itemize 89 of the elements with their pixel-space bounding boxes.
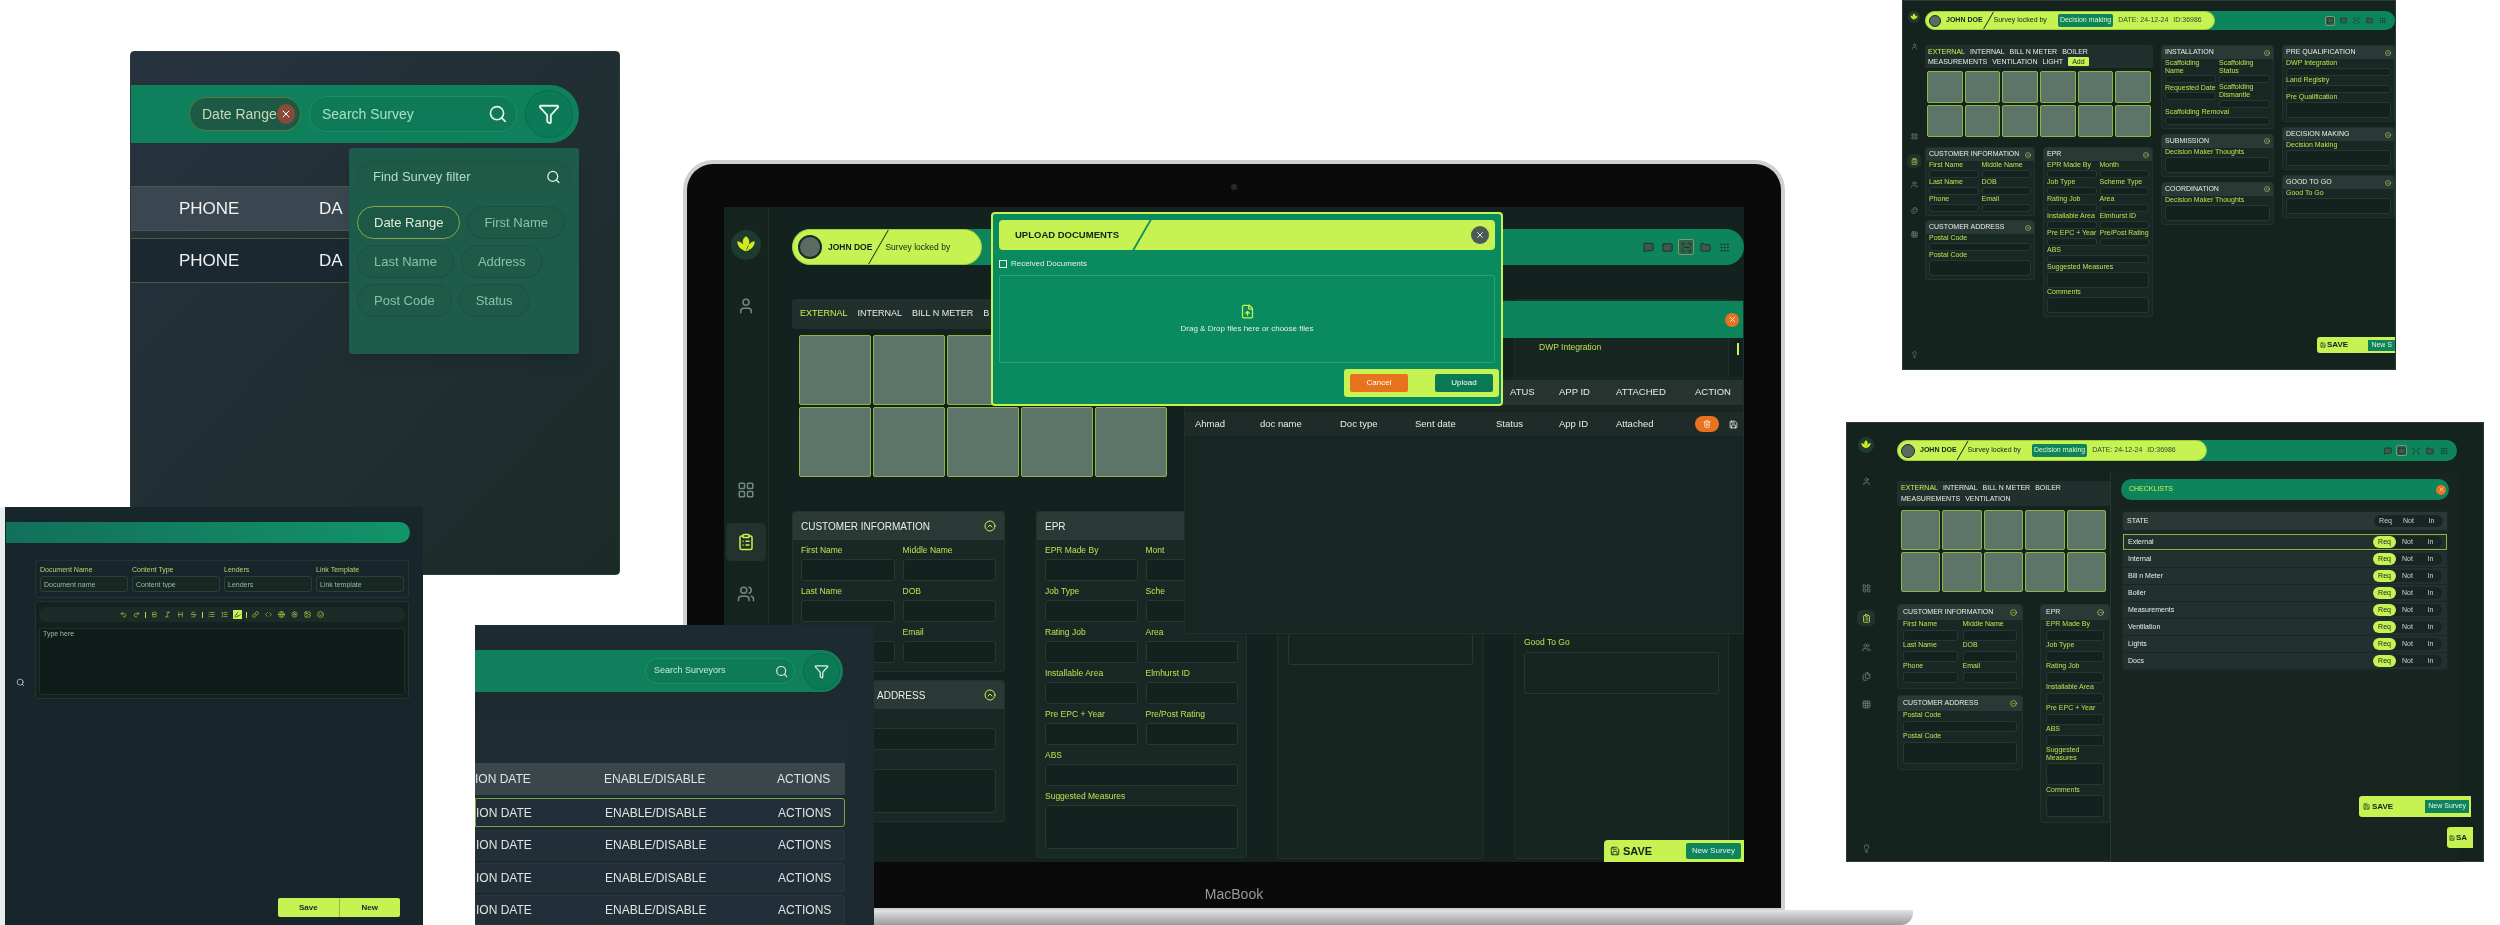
field-label: Area	[1145, 627, 1164, 637]
table-row[interactable]: PHONE DA	[131, 186, 349, 231]
table-row[interactable]: ION DATE ENABLE/DISABLE ACTIONS	[475, 895, 845, 925]
field-label: Pre/Post Rating	[1145, 709, 1206, 719]
chip-label: Date Range	[202, 104, 277, 124]
field-label: Elmhurst ID	[1145, 668, 1190, 678]
table-cell-text: App ID	[1559, 416, 1590, 431]
section-header[interactable]: CUSTOMER INFORMATION	[793, 512, 1004, 540]
table-cell-text: DA	[319, 197, 344, 220]
table-cell-text: Doc type	[1340, 416, 1379, 431]
user-name: JOHN DOE	[828, 240, 873, 254]
table-cell-text: ION DATE	[476, 837, 533, 855]
tab[interactable]: BILL N METER	[912, 307, 974, 321]
tab[interactable]: INTERNAL	[857, 307, 903, 321]
search-input[interactable]: Find Survey filter	[373, 167, 547, 187]
new-button[interactable]: New	[338, 898, 400, 917]
field-label: Rating Job	[1045, 627, 1086, 637]
new-survey-button[interactable]: New Survey	[1685, 843, 1741, 859]
table-row[interactable]: Ahmad doc name Doc type Sent date Status App ID Attached	[1185, 412, 1743, 436]
column-header: ACTIONS	[777, 771, 832, 789]
tab[interactable]: EXTERNAL	[800, 307, 848, 321]
table-cell-text: ION DATE	[476, 804, 533, 822]
field-label: Pre EPC + Year	[1045, 709, 1105, 719]
tab[interactable]: B	[983, 307, 990, 321]
search-field[interactable]: Find Survey filter	[357, 160, 571, 194]
field-label: Job Type	[1045, 586, 1080, 596]
dialog-title: UPLOAD DOCUMENTS	[1015, 227, 1119, 242]
filter-option[interactable]: Last Name	[357, 245, 454, 278]
field-label: Middle Name	[902, 545, 953, 555]
filter-option[interactable]: Date Range	[357, 206, 461, 239]
table-cell-text: ACTIONS	[778, 869, 833, 887]
table-cell-text: ACTIONS	[778, 902, 833, 920]
brand-label: MacBook	[1204, 885, 1264, 904]
field-label: Email	[902, 627, 924, 637]
drop-zone[interactable]: Drag & Drop files here or choose files	[999, 275, 1495, 363]
save-button[interactable]: SAVE	[1610, 842, 1653, 860]
field-label: DOB	[902, 586, 921, 596]
save-button[interactable]: SA	[2447, 827, 2473, 848]
table-row[interactable]: ION DATE ENABLE/DISABLE ACTIONS	[475, 797, 845, 828]
table-cell-text: ENABLE/DISABLE	[605, 837, 708, 855]
filter-option[interactable]: Address	[460, 245, 543, 278]
field-label: Sche	[1145, 586, 1165, 596]
column-header: APP ID	[1559, 385, 1591, 400]
table-cell-text: Status	[1496, 416, 1524, 431]
field-label: First Name	[801, 545, 843, 555]
field-label: Suggested Measures	[1045, 791, 1126, 801]
search-input[interactable]: Search Surveyors	[654, 664, 775, 678]
table-cell-text: ACTIONS	[778, 837, 833, 855]
checkbox-label: Received Documents	[1011, 258, 1088, 270]
filter-option[interactable]: Status	[458, 284, 530, 317]
table-cell-text: DA	[319, 249, 344, 272]
table-cell-text: Sent date	[1415, 416, 1457, 431]
drop-zone-text: Drag & Drop files here or choose files	[1180, 322, 1314, 335]
filter-option[interactable]: First Name	[467, 206, 565, 239]
lock-text: Survey locked by	[885, 240, 951, 254]
field-label: Mont	[1145, 545, 1165, 555]
table-row[interactable]: ION DATE ENABLE/DISABLE ACTIONS	[475, 830, 845, 860]
table-cell-text: Attached	[1616, 416, 1655, 431]
save-button[interactable]: Save	[278, 898, 339, 917]
column-header: ATUS	[1509, 385, 1536, 400]
table-cell-text: ENABLE/DISABLE	[605, 804, 708, 822]
table-cell-text: ION DATE	[476, 902, 533, 920]
field-label: EPR Made By	[1045, 545, 1099, 555]
filter-option[interactable]: Post Code	[357, 284, 452, 317]
search-field[interactable]: Search Surveyors	[645, 658, 795, 685]
field-label: ABS	[1045, 750, 1062, 760]
column-header: ATTACHED	[1616, 385, 1667, 400]
table-cell-text: ACTIONS	[778, 804, 833, 822]
field-label: Last Name	[801, 586, 843, 596]
column-header: ACTION	[1695, 385, 1732, 400]
search-input[interactable]: Search Survey	[322, 103, 489, 125]
table-row[interactable]: PHONE DA	[131, 238, 349, 283]
column-header: ION DATE	[475, 771, 532, 789]
save-button[interactable]: SAVE	[2320, 339, 2349, 351]
table-cell-text: PHONE	[179, 197, 241, 220]
table-cell-text: ION DATE	[476, 869, 533, 887]
search-field[interactable]: Search Survey	[309, 96, 517, 132]
field-label: Good To Go	[1524, 638, 1570, 647]
table-cell-text: doc name	[1260, 416, 1303, 431]
column-header: ENABLE/DISABLE	[604, 771, 707, 789]
save-button[interactable]: SAVE	[2363, 800, 2394, 813]
table-row[interactable]: ION DATE ENABLE/DISABLE ACTIONS	[475, 862, 845, 893]
upload-button[interactable]: Upload	[1435, 374, 1493, 392]
field-label: DWP Integration	[1539, 343, 1602, 352]
table-cell-text: ENABLE/DISABLE	[605, 869, 708, 887]
table-cell-text: Ahmad	[1195, 416, 1227, 431]
field-label: Installable Area	[1045, 668, 1104, 678]
table-cell-text: PHONE	[179, 249, 241, 272]
table-cell-text: ENABLE/DISABLE	[605, 902, 708, 920]
